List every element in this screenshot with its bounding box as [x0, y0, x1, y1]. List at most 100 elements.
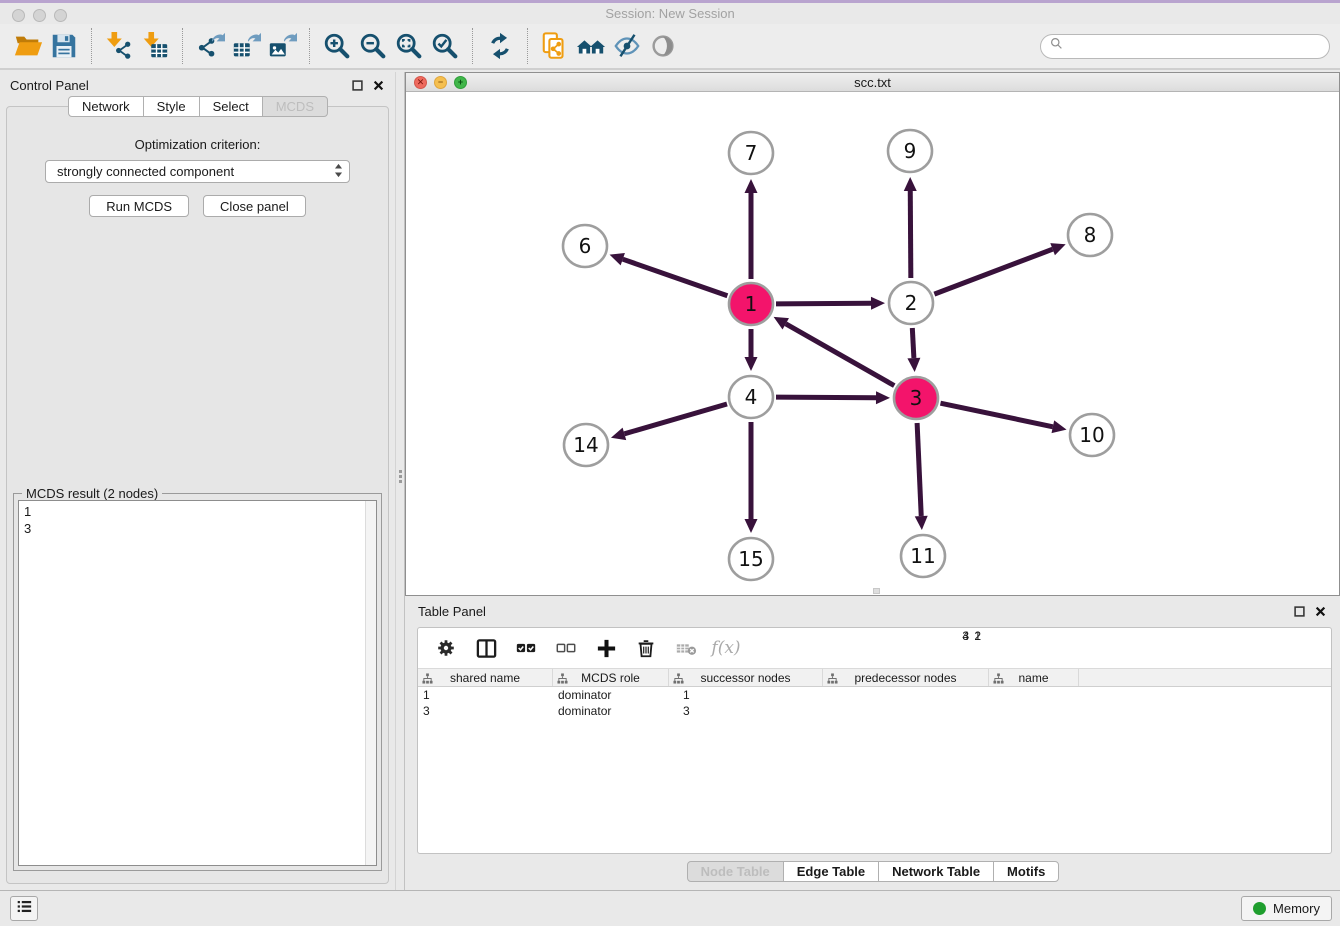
zoom-fit-icon[interactable]	[391, 28, 427, 64]
edge-4-3[interactable]	[776, 391, 890, 404]
table-row[interactable]: 3dominator323	[418, 703, 1331, 719]
open-session-icon[interactable]	[10, 28, 46, 64]
toolbar-icon-strip	[10, 28, 681, 64]
result-scrollbar[interactable]	[365, 501, 376, 865]
zoom-out-icon[interactable]	[355, 28, 391, 64]
svg-text:3: 3	[910, 386, 923, 410]
column-label: shared name	[450, 671, 520, 685]
network-window-titlebar: ✕ − + scc.txt	[406, 73, 1339, 92]
graph-node-6[interactable]: 6	[563, 225, 607, 267]
workspace: ✕ − + scc.txt 7968124314101511 Table Pan…	[405, 72, 1340, 890]
panel-splitter[interactable]	[395, 72, 405, 890]
edge-3-1[interactable]	[774, 317, 895, 386]
edge-1-6[interactable]	[610, 253, 728, 296]
network-canvas[interactable]: 7 9 6 8 1 2 4 3 14 10 15 11	[406, 93, 1339, 595]
splitter-grip	[399, 468, 402, 485]
delete-table-icon[interactable]	[673, 635, 699, 661]
close-panel-button[interactable]: Close panel	[203, 195, 306, 217]
graph-node-10[interactable]: 10	[1070, 414, 1114, 456]
deselect-all-icon[interactable]	[553, 635, 579, 661]
tab-mcds[interactable]: MCDS	[262, 96, 328, 117]
edge-3-11[interactable]	[915, 423, 928, 530]
edge-1-2[interactable]	[776, 297, 885, 310]
network-graph[interactable]: 7 9 6 8 1 2 4 3 14 10 15 11	[406, 93, 1337, 595]
edge-2-9[interactable]	[904, 177, 917, 278]
close-table-panel-icon[interactable]	[1314, 605, 1327, 618]
clone-network-icon[interactable]	[537, 28, 573, 64]
mcds-result-textarea[interactable]: 1 3	[18, 500, 377, 866]
graph-node-9[interactable]: 9	[888, 130, 932, 172]
column-header-successor-nodes[interactable]: successor nodes	[669, 669, 823, 686]
zoom-selected-icon[interactable]	[427, 28, 463, 64]
memory-button[interactable]: Memory	[1241, 896, 1332, 921]
control-panel-title: Control Panel	[10, 78, 89, 93]
edge-4-15[interactable]	[745, 422, 758, 533]
task-history-button[interactable]	[10, 896, 38, 921]
column-label: MCDS role	[581, 671, 640, 685]
graph-node-4[interactable]: 4	[729, 376, 773, 418]
graph-node-2[interactable]: 2	[889, 282, 933, 324]
column-header-MCDS-role[interactable]: MCDS role	[553, 669, 669, 686]
tab-network-table[interactable]: Network Table	[878, 861, 994, 882]
graph-node-3[interactable]: 3	[894, 377, 938, 419]
hierarchy-icon	[993, 673, 1004, 687]
save-session-icon[interactable]	[46, 28, 82, 64]
select-all-icon[interactable]	[513, 635, 539, 661]
tab-node-table[interactable]: Node Table	[687, 861, 784, 882]
run-mcds-button[interactable]: Run MCDS	[89, 195, 189, 217]
edge-2-8[interactable]	[934, 243, 1065, 294]
hide-selected-icon[interactable]	[609, 28, 645, 64]
toolbar-separator	[309, 28, 310, 64]
svg-text:1: 1	[745, 292, 758, 316]
export-image-icon[interactable]	[264, 28, 300, 64]
search-input[interactable]	[1069, 39, 1320, 54]
add-entry-icon[interactable]	[593, 635, 619, 661]
float-table-panel-icon[interactable]	[1293, 605, 1306, 618]
export-table-icon[interactable]	[228, 28, 264, 64]
export-network-icon[interactable]	[192, 28, 228, 64]
edge-1-7[interactable]	[745, 179, 758, 279]
tab-network[interactable]: Network	[68, 96, 144, 117]
criterion-dropdown[interactable]: strongly connected component	[45, 160, 350, 183]
show-all-icon[interactable]	[645, 28, 681, 64]
function-builder-icon[interactable]: f(x)	[713, 635, 739, 661]
cell-MCDS-role: dominator	[553, 703, 669, 719]
edge-2-3[interactable]	[907, 328, 920, 372]
column-header-name[interactable]: name	[989, 669, 1079, 686]
edge-1-4[interactable]	[745, 329, 758, 371]
hierarchy-icon	[557, 673, 568, 687]
graph-node-1[interactable]: 1	[729, 283, 773, 325]
cell-name: 3	[669, 703, 759, 719]
graph-node-14[interactable]: 14	[564, 424, 608, 466]
tab-edge-table[interactable]: Edge Table	[783, 861, 879, 882]
import-table-icon[interactable]	[137, 28, 173, 64]
network-title: scc.txt	[406, 75, 1339, 90]
edge-3-10[interactable]	[940, 403, 1066, 433]
tab-motifs[interactable]: Motifs	[993, 861, 1059, 882]
table-tabs: Node TableEdge TableNetwork TableMotifs	[405, 861, 1340, 882]
search-icon	[1050, 37, 1063, 55]
tab-select[interactable]: Select	[199, 96, 263, 117]
dropdown-stepper-icon	[334, 163, 343, 181]
graph-node-7[interactable]: 7	[729, 132, 773, 174]
graph-node-8[interactable]: 8	[1068, 214, 1112, 256]
graph-node-15[interactable]: 15	[729, 538, 773, 580]
close-panel-icon[interactable]	[372, 79, 385, 92]
mcds-result-values: 1 3	[19, 501, 364, 865]
import-network-icon[interactable]	[101, 28, 137, 64]
column-header-shared-name[interactable]: shared name	[418, 669, 553, 686]
apply-layout-icon[interactable]	[482, 28, 518, 64]
column-label: name	[1018, 671, 1048, 685]
zoom-in-icon[interactable]	[319, 28, 355, 64]
mcds-panel: Optimization criterion: strongly connect…	[6, 106, 389, 884]
search-box[interactable]	[1040, 34, 1330, 59]
tab-style[interactable]: Style	[143, 96, 200, 117]
column-settings-icon[interactable]	[433, 635, 459, 661]
canvas-resize-knob[interactable]	[873, 588, 880, 594]
graph-node-11[interactable]: 11	[901, 535, 945, 577]
first-neighbors-icon[interactable]	[573, 28, 609, 64]
edge-4-14[interactable]	[611, 404, 727, 440]
delete-entry-icon[interactable]	[633, 635, 659, 661]
float-panel-icon[interactable]	[351, 79, 364, 92]
split-panel-icon[interactable]	[473, 635, 499, 661]
